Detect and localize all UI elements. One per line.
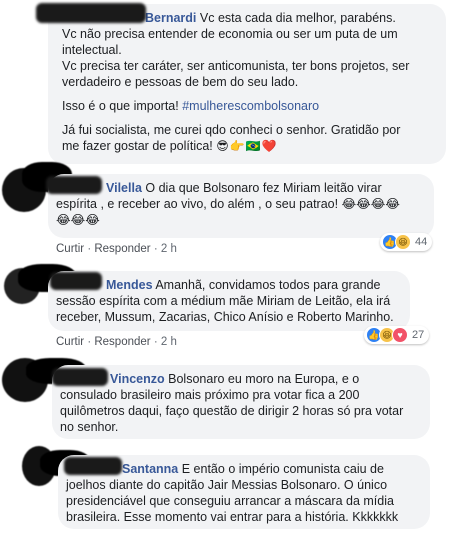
comment-text: me fazer gostar de política! bbox=[62, 139, 213, 153]
reaction-count: 44 bbox=[415, 236, 428, 248]
hashtag-link[interactable]: #mulherescombolsonaro bbox=[182, 99, 319, 113]
comment-text: sessão espírita com a médium mãe Miriam … bbox=[56, 294, 391, 308]
comment-actions: Curtir · Responder · 2 h bbox=[56, 336, 177, 348]
avatar[interactable] bbox=[22, 446, 90, 486]
haha-reaction-icon: 😆 bbox=[395, 234, 411, 250]
reply-button[interactable]: Responder bbox=[94, 336, 150, 348]
comment-text: consulado brasileiro mais próximo pra vo… bbox=[60, 388, 360, 402]
comment-author[interactable]: Vincenzo bbox=[110, 372, 165, 386]
avatar[interactable] bbox=[4, 264, 76, 304]
comment-text: espírita , e receber ao vivo, do além , … bbox=[56, 197, 400, 211]
redacted-name bbox=[46, 176, 102, 194]
comment-author[interactable]: Bernardi bbox=[145, 11, 196, 25]
comment-text: receber, Mussum, Zacarias, Chico Anísio … bbox=[56, 310, 394, 324]
comment-actions: Curtir · Responder · 2 h bbox=[56, 243, 177, 255]
comment-text: Vc precisa ter caráter, ser anticomunist… bbox=[62, 59, 410, 73]
timestamp[interactable]: 2 h bbox=[161, 336, 177, 348]
reply-button[interactable]: Responder bbox=[94, 243, 150, 255]
comment-text: 😂😂😂 bbox=[56, 213, 100, 227]
comment-text: presidenciável que conseguiu arrancar a … bbox=[66, 494, 394, 508]
comment-text: E então o império comunista caiu de bbox=[181, 462, 384, 476]
comment-text: verdadeiro e pessoas de bem do seu lado. bbox=[62, 75, 299, 89]
reactions-badge[interactable]: 👍 😆 ♥ 27 bbox=[364, 326, 430, 344]
avatar[interactable] bbox=[2, 162, 72, 212]
redacted-name bbox=[52, 368, 108, 386]
comment-text: brasileira. Esse momento vai entrar para… bbox=[66, 510, 399, 524]
reactions-badge[interactable]: 👍 😆 44 bbox=[380, 233, 433, 251]
comment-text: joelhos diante do capitão Jair Messias B… bbox=[66, 478, 388, 492]
comment-text: Vc não precisa entender de economia ou s… bbox=[62, 27, 398, 41]
comment-bubble: Vincenzo Bolsonaro eu moro na Europa, e … bbox=[52, 365, 430, 439]
emoji-icon: 😎👉🇧🇷❤️ bbox=[216, 139, 278, 153]
love-reaction-icon: ♥ bbox=[392, 327, 408, 343]
comment-text: Já fui socialista, me curei qdo conheci … bbox=[62, 123, 401, 137]
comment-author[interactable]: Mendes bbox=[106, 278, 153, 292]
comment-text: no senhor. bbox=[60, 420, 119, 434]
comment-text: quilômetros daqui, faço questão de dirig… bbox=[60, 404, 404, 418]
comment-text: intelectual. bbox=[62, 43, 122, 57]
comment-author[interactable]: Santanna bbox=[122, 462, 178, 476]
redacted-name bbox=[36, 3, 146, 23]
like-button[interactable]: Curtir bbox=[56, 243, 84, 255]
comment-bubble: Vilella O dia que Bolsonaro fez Miriam l… bbox=[48, 174, 434, 238]
comment-bubble: Bernardi Vc esta cada dia melhor, parabé… bbox=[48, 4, 446, 164]
comment-author[interactable]: Vilella bbox=[106, 181, 142, 195]
redacted-name bbox=[64, 457, 122, 475]
comment-text: Isso é o que importa! bbox=[62, 99, 179, 113]
redacted-name bbox=[50, 272, 102, 290]
comment-bubble: Mendes Amanhã, convidamos todos para gra… bbox=[48, 271, 410, 331]
comment-text: O dia que Bolsonaro fez Miriam leitão vi… bbox=[145, 181, 382, 195]
comment-text: Bolsonaro eu moro na Europa, e o bbox=[168, 372, 360, 386]
like-button[interactable]: Curtir bbox=[56, 336, 84, 348]
timestamp[interactable]: 2 h bbox=[161, 243, 177, 255]
comment-text: Vc esta cada dia melhor, parabéns. bbox=[199, 11, 396, 25]
reaction-count: 27 bbox=[412, 329, 425, 341]
avatar[interactable] bbox=[2, 358, 86, 402]
comment-text: Amanhã, convidamos todos para grande bbox=[155, 278, 381, 292]
